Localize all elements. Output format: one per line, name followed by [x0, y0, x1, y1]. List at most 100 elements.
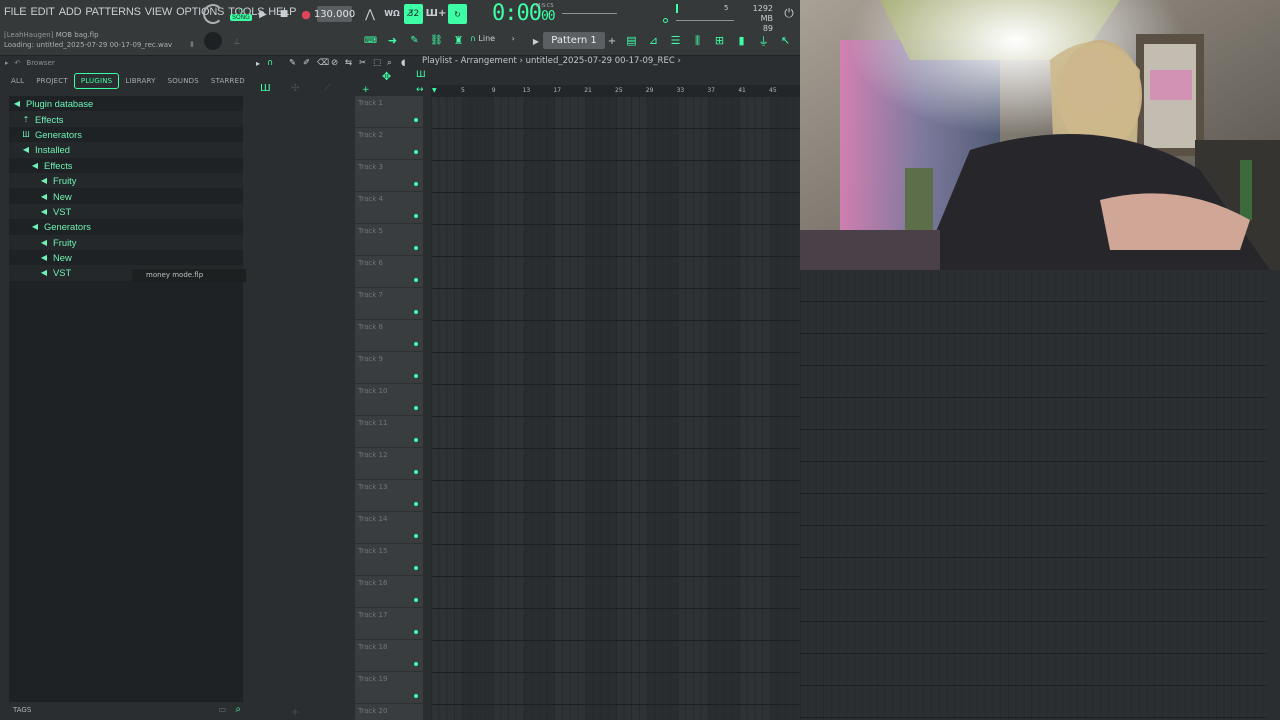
countdown-icon[interactable]: 3̸2 — [404, 4, 423, 24]
keyboard-icon[interactable]: ⌨ — [362, 33, 379, 48]
menu-view[interactable]: VIEW — [145, 6, 173, 18]
tree-item[interactable]: Ш Generators — [9, 127, 243, 142]
track-mute-led[interactable] — [414, 502, 418, 506]
snap-select[interactable]: ∩ Line › — [470, 34, 515, 43]
tree-item[interactable]: ◀ Effects — [9, 158, 243, 173]
tree-item[interactable]: ⇡ Effects — [9, 111, 243, 127]
track-mute-led[interactable] — [414, 406, 418, 410]
tab-all[interactable]: ALL — [5, 74, 30, 88]
audio-clip-icon[interactable]: ✣ — [291, 83, 299, 94]
delete-tool-icon[interactable]: ⌫ — [317, 58, 329, 68]
tab-sounds[interactable]: SOUNDS — [162, 74, 205, 88]
track-header[interactable]: Track 11 — [355, 416, 423, 448]
snap-magnet-icon[interactable]: ∩ — [267, 58, 273, 68]
track-mute-led[interactable] — [414, 630, 418, 634]
track-mute-led[interactable] — [414, 438, 418, 442]
menu-file[interactable]: FILE — [4, 6, 27, 18]
track-header[interactable]: Track 18 — [355, 640, 423, 672]
browser-tree-icon[interactable]: ⊞ — [711, 33, 728, 48]
stamp-icon[interactable]: ♜ — [450, 33, 467, 48]
track-header[interactable]: Track 16 — [355, 576, 423, 608]
add-icon[interactable]: + — [362, 85, 370, 95]
master-pitch-slider[interactable] — [562, 13, 617, 14]
link-icon[interactable]: ⛓ — [428, 33, 445, 48]
track-mute-led[interactable] — [414, 342, 418, 346]
zoom-tool-icon[interactable]: ⌕ — [387, 58, 392, 68]
track-header[interactable]: Track 3 — [355, 160, 423, 192]
play-icon[interactable]: ▶ — [255, 6, 271, 22]
tree-item[interactable]: ◀ Plugin database — [9, 96, 243, 111]
scrollbar[interactable] — [1266, 270, 1280, 720]
track-mute-led[interactable] — [414, 310, 418, 314]
playlist-menu-icon[interactable]: ▸ — [256, 59, 260, 68]
main-volume-knob[interactable] — [203, 4, 223, 24]
mute-tool-icon[interactable]: ⊘ — [331, 58, 338, 68]
tree-item[interactable]: ◀ Installed — [9, 142, 243, 158]
menu-edit[interactable]: EDIT — [30, 6, 54, 18]
lock-icon[interactable]: ▮ — [187, 39, 197, 49]
master-knob[interactable] — [204, 32, 222, 50]
track-mute-led[interactable] — [414, 214, 418, 218]
automation-icon[interactable]: ⟋ — [324, 83, 331, 94]
pattern-prev-icon[interactable]: ▶ — [532, 35, 540, 47]
tree-item[interactable]: ◀ Fruity — [9, 234, 243, 250]
tab-starred[interactable]: STARRED — [205, 74, 251, 88]
tree-item[interactable]: ◀ New — [9, 250, 243, 265]
track-mute-led[interactable] — [414, 150, 418, 154]
playlist-breadcrumb[interactable]: Playlist - Arrangement › untitled_2025-0… — [422, 56, 681, 66]
track-mute-led[interactable] — [414, 694, 418, 698]
select-tool-icon[interactable]: ⬚ — [373, 58, 381, 68]
track-header[interactable]: Track 14 — [355, 512, 423, 544]
pat-song-toggle[interactable]: ○ SONG — [229, 5, 253, 23]
track-header[interactable]: Track 10 — [355, 384, 423, 416]
record-icon[interactable]: ● — [298, 6, 314, 22]
plugin-plug-icon[interactable]: ⏚ — [755, 33, 772, 48]
slip-tool-icon[interactable]: ⇆ — [345, 58, 352, 68]
pencil-icon[interactable]: ✎ — [406, 33, 423, 48]
back-icon[interactable]: ↶ — [15, 59, 21, 67]
wait-record-icon[interactable]: WΩ — [383, 5, 401, 22]
track-mute-led[interactable] — [414, 118, 418, 122]
track-mute-led[interactable] — [414, 534, 418, 538]
pattern-selector[interactable]: Pattern 1 — [543, 32, 605, 49]
menu-patterns[interactable]: PATTERNS — [85, 6, 141, 18]
track-header[interactable]: Track 19 — [355, 672, 423, 704]
power-icon[interactable]: ⏻ — [781, 5, 797, 21]
tree-item[interactable]: ◀ New — [9, 188, 243, 203]
tab-plugins[interactable]: PLUGINS — [73, 73, 120, 89]
mixer-icon[interactable]: ⫼ — [689, 33, 706, 48]
track-header[interactable]: Track 6 — [355, 256, 423, 288]
piano-icon[interactable]: Ш — [260, 83, 271, 94]
track-mute-led[interactable] — [414, 278, 418, 282]
track-header[interactable]: Track 12 — [355, 448, 423, 480]
track-header[interactable]: Track 20 — [355, 704, 423, 720]
stop-icon[interactable]: ■ — [276, 6, 292, 22]
playback-tool-icon[interactable]: ◖ — [401, 58, 405, 68]
tab-library[interactable]: LIBRARY — [119, 74, 161, 88]
step-edit-icon[interactable]: Ш+ — [426, 5, 447, 22]
timeline-ruler[interactable]: ▼ 5 9 13 17 21 25 29 33 37 41 45 — [431, 85, 801, 97]
track-header[interactable]: Track 4 — [355, 192, 423, 224]
track-header[interactable]: Track 13 — [355, 480, 423, 512]
playlist-piano-icon[interactable]: Ш — [416, 70, 426, 80]
add-pattern-icon[interactable]: + — [607, 35, 617, 47]
arrow-right-icon[interactable]: ➜ — [384, 33, 401, 48]
clipboard-icon[interactable]: ▮ — [733, 33, 750, 48]
playlist-icon[interactable]: ▤ — [623, 33, 640, 48]
search-icon[interactable]: ⌕ — [235, 704, 241, 715]
track-header[interactable]: Track 2 — [355, 128, 423, 160]
channel-rack-icon[interactable]: ☰ — [667, 33, 684, 48]
tree-item[interactable]: ◀ VST — [9, 203, 243, 220]
browser-menu-icon[interactable]: ▸ — [5, 59, 9, 67]
pitch-icon[interactable]: ⊥ — [232, 36, 242, 46]
playlist-extension[interactable] — [800, 270, 1280, 720]
help-pointer-icon[interactable]: ↖ — [777, 33, 794, 48]
track-header[interactable]: Track 1 — [355, 96, 423, 128]
track-mute-led[interactable] — [414, 566, 418, 570]
paint-tool-icon[interactable]: ✐ — [303, 58, 310, 68]
slice-tool-icon[interactable]: ✂ — [359, 58, 366, 68]
track-mute-led[interactable] — [414, 374, 418, 378]
fit-icon[interactable]: ✥ — [382, 70, 391, 83]
track-header[interactable]: Track 15 — [355, 544, 423, 576]
track-header[interactable]: Track 8 — [355, 320, 423, 352]
